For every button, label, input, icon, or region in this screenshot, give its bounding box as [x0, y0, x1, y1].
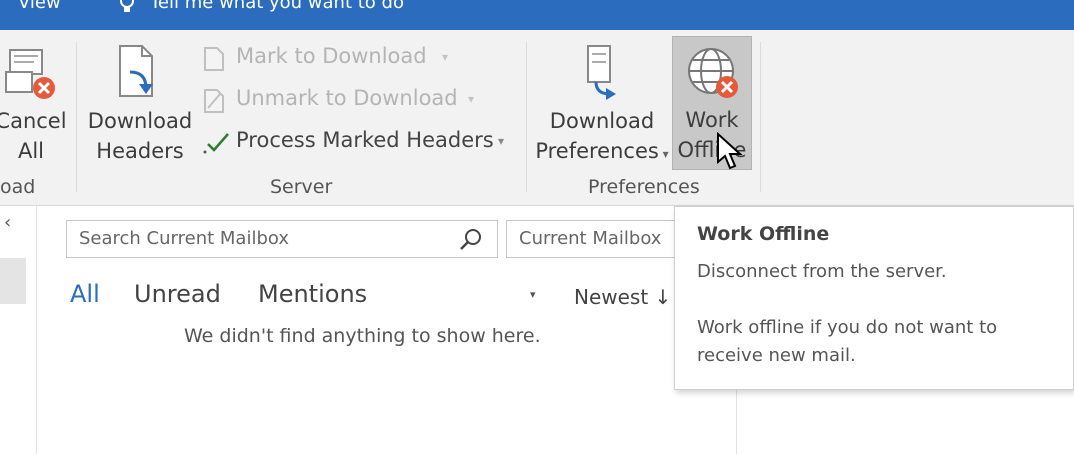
tab-view[interactable]: View — [18, 0, 61, 13]
lightbulb-icon — [120, 0, 134, 12]
download-preferences-icon — [587, 45, 616, 100]
filter-all[interactable]: All — [70, 280, 100, 308]
ribbon-separator — [76, 42, 77, 192]
chevron-down-icon: ▾ — [468, 92, 475, 106]
mark-to-download-button[interactable]: Mark to Download ▾ — [202, 44, 462, 74]
ribbon-separator — [526, 42, 527, 192]
tooltip-line-3: receive new mail. — [697, 345, 856, 366]
search-icon[interactable] — [459, 228, 483, 252]
collapse-folder-pane-icon[interactable]: ‹ — [4, 212, 11, 233]
chevron-down-icon: ▾ — [498, 134, 505, 148]
download-headers-button[interactable]: Download Headers — [84, 38, 196, 170]
unmark-to-download-button[interactable]: Unmark to Download ▾ — [202, 86, 482, 116]
sort-newest-button[interactable]: Newest ↓ — [574, 285, 671, 309]
ribbon-separator — [760, 42, 761, 192]
download-headers-label-1: Download — [87, 109, 193, 133]
cancel-download-icon — [5, 49, 55, 99]
cancel-all-label-2: All — [17, 139, 45, 163]
group-label-download: oad — [0, 176, 36, 198]
chevron-down-icon: ▾ — [658, 147, 669, 161]
pane-divider — [36, 206, 37, 454]
folder-pane-selection[interactable] — [0, 258, 26, 304]
reading-pane-divider — [736, 380, 737, 454]
empty-list-message: We didn't find anything to show here. — [184, 325, 541, 347]
cancel-all-label-1: Cancel — [0, 109, 67, 133]
ribbon: Cancel All oad Download Headers Mark to … — [0, 30, 1074, 206]
mark-document-icon — [204, 47, 224, 71]
unmark-document-icon — [204, 89, 224, 113]
process-marked-headers-button[interactable]: Process Marked Headers ▾ — [202, 128, 514, 158]
tooltip-line-1: Disconnect from the server. — [697, 261, 947, 282]
search-placeholder: Search Current Mailbox — [79, 228, 289, 249]
search-scope-value: Current Mailbox — [519, 228, 662, 249]
work-offline-tooltip: Work Offline Disconnect from the server.… — [674, 206, 1074, 390]
arrow-down-icon: ↓ — [648, 285, 672, 309]
download-preferences-label-2: Preferences ▾ — [534, 136, 670, 169]
process-marked-headers-label: Process Marked Headers — [236, 128, 494, 152]
work-offline-label-1: Work — [685, 108, 739, 132]
download-preferences-label-1: Download — [549, 109, 655, 133]
tooltip-line-2: Work offline if you do not want to — [697, 317, 998, 338]
mark-to-download-label: Mark to Download — [236, 44, 427, 68]
process-check-icon — [203, 133, 229, 154]
group-label-server: Server — [270, 176, 333, 198]
sort-label: Newest — [574, 285, 649, 309]
search-input[interactable]: Search Current Mailbox — [66, 220, 498, 258]
tooltip-title: Work Offline — [697, 223, 830, 245]
download-preferences-label-2-text: Preferences — [535, 139, 659, 163]
chevron-down-icon[interactable]: ▾ — [530, 288, 536, 301]
download-headers-label-2: Headers — [96, 139, 184, 163]
download-headers-icon — [119, 45, 153, 97]
title-bar: View Tell me what you want to do — [0, 0, 1074, 30]
filter-unread[interactable]: Unread — [134, 280, 221, 308]
tell-me-search[interactable]: Tell me what you want to do — [150, 0, 404, 13]
download-preferences-button[interactable]: Download Preferences ▾ — [534, 38, 670, 170]
group-label-preferences: Preferences — [588, 176, 700, 198]
unmark-to-download-label: Unmark to Download — [236, 86, 458, 110]
filter-mentions[interactable]: Mentions — [258, 280, 367, 308]
search-scope-dropdown[interactable]: Current Mailbox — [506, 220, 682, 258]
chevron-down-icon: ▾ — [442, 50, 449, 64]
cancel-all-button[interactable]: Cancel All — [0, 38, 68, 170]
globe-offline-icon — [688, 48, 738, 98]
mouse-pointer-icon — [717, 132, 743, 170]
